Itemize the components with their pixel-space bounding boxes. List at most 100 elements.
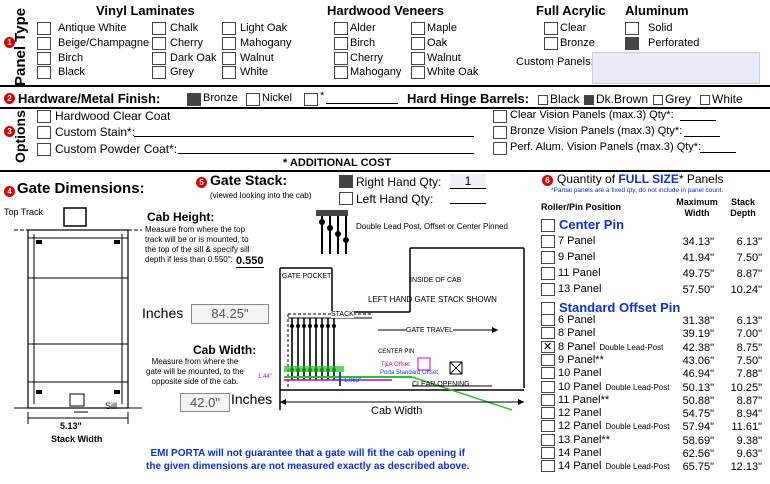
offset-row-checkbox[interactable] [541, 340, 555, 353]
hardware-nickel-label: Nickel [262, 92, 292, 104]
custom-stain-input[interactable] [134, 125, 474, 137]
vinyl-option-checkbox[interactable] [37, 22, 51, 35]
center-pin-row-checkbox[interactable] [541, 267, 555, 280]
sill-label: Sill [105, 401, 118, 411]
offset-row-label: 10 Panel [558, 367, 602, 380]
hardwood-option-label: White Oak [427, 66, 479, 78]
perf-vision-checkbox[interactable] [493, 142, 507, 155]
center-pin-row-checkbox[interactable] [541, 251, 555, 264]
vinyl-option-checkbox[interactable] [37, 66, 51, 79]
vinyl-option-checkbox[interactable] [222, 22, 236, 35]
offset-row-checkbox[interactable] [541, 460, 555, 473]
offset-row-checkbox[interactable] [541, 447, 555, 459]
offset-row-checkbox[interactable] [541, 314, 555, 326]
hardwood-option-checkbox[interactable] [411, 37, 425, 50]
vinyl-option-checkbox[interactable] [152, 52, 166, 65]
offset-row-checkbox[interactable] [541, 420, 555, 433]
hardware-nickel-checkbox[interactable] [246, 93, 260, 106]
offset-row-checkbox[interactable] [541, 407, 555, 420]
sill-depth-value[interactable]: 0.550 [236, 255, 264, 268]
offset-row-label: 9 Panel** [558, 353, 604, 366]
left-hand-qty[interactable] [450, 192, 486, 204]
hardwood-option-checkbox[interactable] [334, 22, 348, 35]
center-pin-checkbox[interactable] [541, 219, 555, 232]
right-hand-checkbox[interactable] [339, 175, 353, 188]
vinyl-option-checkbox[interactable] [37, 37, 51, 50]
offset-row-checkbox[interactable] [541, 380, 555, 393]
clear-vision-qty[interactable] [680, 109, 716, 121]
offset-row-width: 50.88" [682, 394, 714, 407]
vinyl-option-checkbox[interactable] [152, 37, 166, 50]
offset-row-checkbox[interactable] [541, 367, 555, 380]
perf-vision-qty[interactable] [700, 141, 736, 153]
vinyl-option-label: Antique White [58, 22, 127, 34]
cab-height-desc: Measure from where the top track will be… [145, 225, 250, 264]
hinge-option-checkbox[interactable] [653, 95, 663, 105]
hardwood-option-checkbox[interactable] [334, 52, 348, 65]
option-custom-stain-label: Custom Stain*: [55, 125, 136, 139]
offset-row-checkbox[interactable] [541, 353, 555, 366]
center-pin-row-checkbox[interactable] [541, 235, 555, 248]
option-powder-coat-label: Custom Powder Coat*: [55, 142, 178, 156]
vinyl-option-checkbox[interactable] [222, 37, 236, 50]
option-custom-stain-checkbox[interactable] [37, 126, 51, 139]
powder-coat-input[interactable] [178, 142, 474, 154]
offset-row-label: 8 Panel [558, 327, 596, 340]
hardware-bronze-checkbox[interactable] [187, 93, 201, 106]
offset-row-label: 12 Panel Double Lead-Post [558, 420, 670, 433]
offset-row-checkbox[interactable] [541, 393, 555, 406]
offset-row-checkbox[interactable] [541, 433, 555, 446]
hinge-option-checkbox[interactable] [584, 95, 594, 105]
vinyl-option-checkbox[interactable] [222, 66, 236, 79]
hardwood-title: Hardwood Veneers [327, 3, 445, 18]
offset-row-label: 8 Panel Double Lead-Post [558, 340, 664, 353]
col-position-header: Roller/Pin Position [541, 202, 622, 212]
vinyl-option-label: Light Oak [240, 22, 288, 34]
col-depth-header: Stack Depth [730, 197, 756, 218]
offset-row-depth: 7.88" [736, 368, 762, 381]
center-pin-row-depth: 6.13" [736, 236, 762, 248]
vinyl-option-checkbox[interactable] [222, 52, 236, 65]
aluminum-solid-checkbox[interactable] [625, 22, 639, 35]
offset-row-label: 14 Panel [558, 447, 602, 459]
vinyl-option-checkbox[interactable] [152, 66, 166, 79]
section-badge-3: 3 [4, 126, 15, 137]
hardwood-option-checkbox[interactable] [411, 22, 425, 35]
center-pin-row-checkbox[interactable] [541, 283, 555, 296]
option-clear-coat-checkbox[interactable] [37, 110, 51, 123]
hardwood-option-checkbox[interactable] [334, 37, 348, 50]
vinyl-option-checkbox[interactable] [152, 22, 166, 35]
right-hand-qty[interactable]: 1 [450, 174, 486, 189]
hinge-option-checkbox[interactable] [538, 95, 548, 105]
cab-height-title: Cab Height: [147, 210, 215, 224]
offset-row-checkbox[interactable] [541, 327, 555, 340]
cab-height-input[interactable]: 84.25" [191, 304, 269, 324]
acrylic-clear-checkbox[interactable] [544, 22, 558, 35]
bronze-vision-checkbox[interactable] [493, 126, 507, 139]
divider [0, 85, 770, 87]
option-powder-coat-checkbox[interactable] [37, 143, 51, 156]
aluminum-perforated-checkbox[interactable] [625, 37, 639, 50]
hardware-other-checkbox[interactable] [304, 93, 318, 106]
cab-width-input[interactable]: 42.0" [180, 393, 230, 412]
center-pin-row-depth: 8.87" [736, 268, 762, 280]
section-badge-5: 5 [196, 177, 207, 188]
inside-cab-label: INSIDE OF CAB [410, 277, 462, 284]
vinyl-option-checkbox[interactable] [37, 52, 51, 65]
hardwood-option-checkbox[interactable] [411, 66, 425, 79]
acrylic-clear-label: Clear [560, 22, 587, 34]
clear-vision-checkbox[interactable] [493, 110, 507, 123]
hinge-option-checkbox[interactable] [700, 95, 710, 105]
hardware-other-input[interactable] [326, 92, 398, 104]
offset-pin-title: Standard Offset Pin [559, 300, 681, 315]
custom-panels-input[interactable] [592, 52, 760, 84]
hinge-option-label: Black [550, 92, 580, 106]
hardwood-option-checkbox[interactable] [411, 52, 425, 65]
acrylic-bronze-checkbox[interactable] [544, 37, 558, 50]
center-pin-row-label: 7 Panel [558, 235, 596, 247]
hardwood-option-checkbox[interactable] [334, 66, 348, 79]
stack-width-value: 5.13" [60, 421, 82, 431]
bronze-vision-qty[interactable] [684, 125, 720, 137]
center-pin-row-depth: 10.24" [730, 284, 762, 296]
left-hand-checkbox[interactable] [339, 192, 353, 205]
